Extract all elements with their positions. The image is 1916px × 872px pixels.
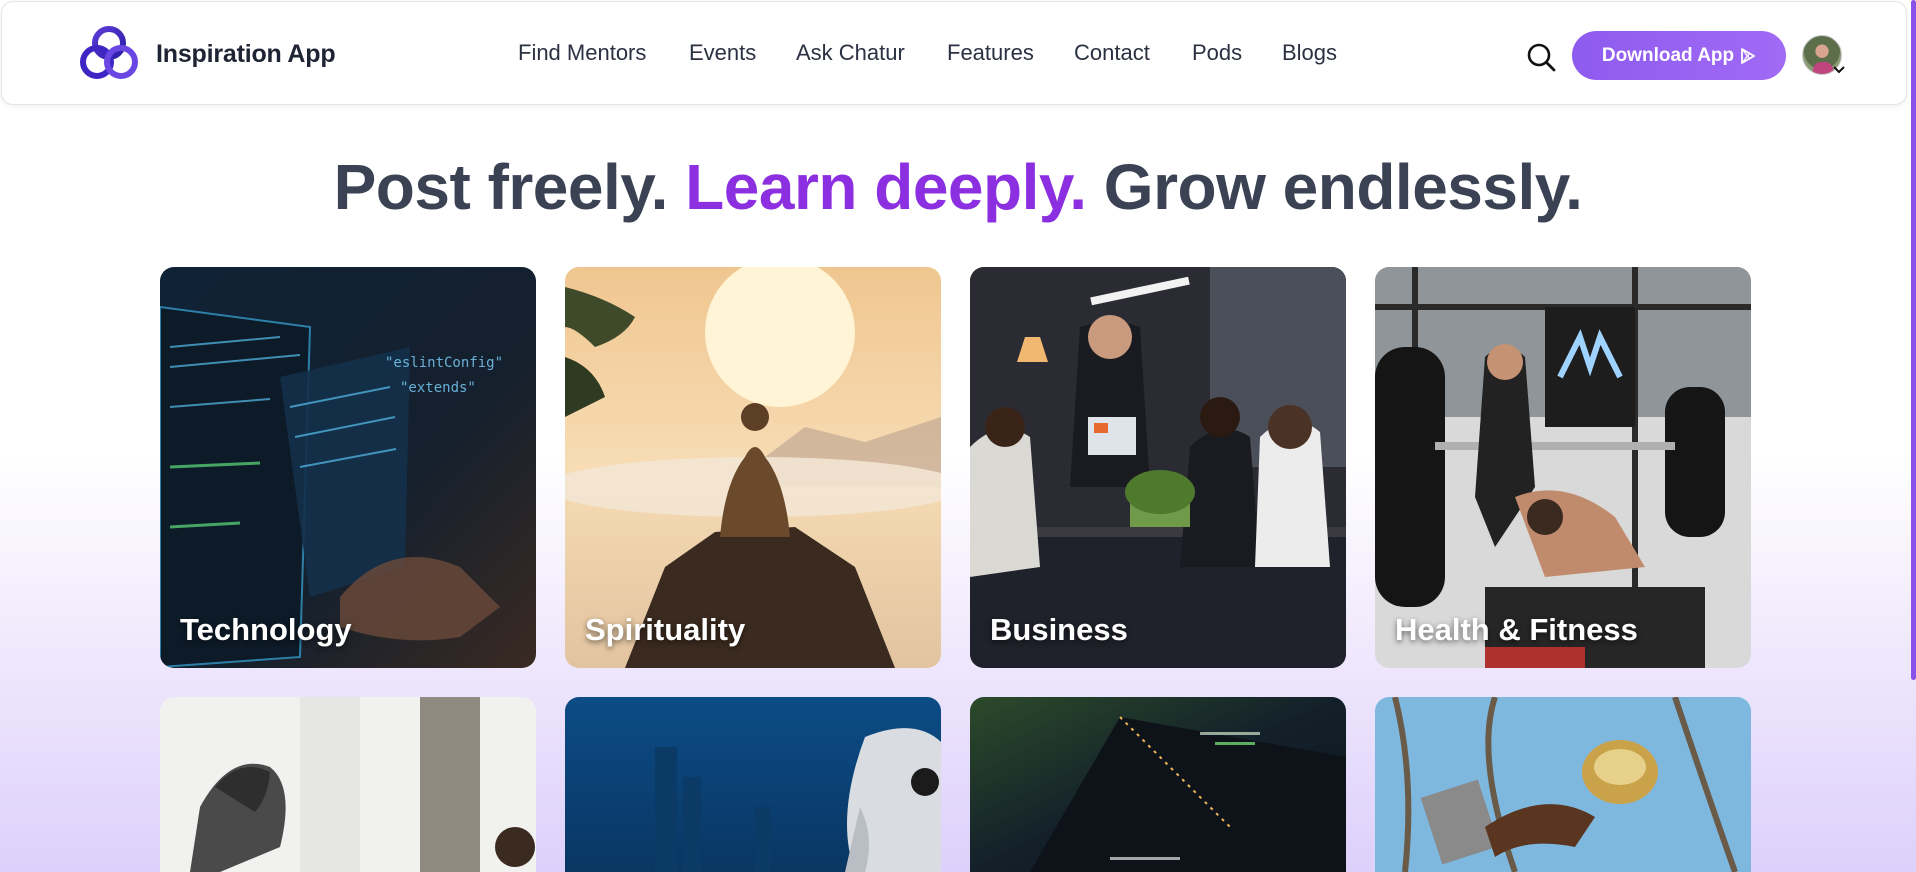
category-label-technology: Technology bbox=[180, 612, 352, 647]
search-icon[interactable] bbox=[1526, 42, 1556, 72]
headline-part-1: Post freely. bbox=[333, 151, 669, 223]
category-card-row2-4[interactable] bbox=[1375, 697, 1751, 872]
download-app-button[interactable]: Download App bbox=[1572, 31, 1786, 80]
download-app-label: Download App bbox=[1601, 44, 1735, 66]
category-card-business[interactable]: Business bbox=[970, 267, 1346, 668]
category-card-row2-3[interactable] bbox=[970, 697, 1346, 872]
nav-find-mentors[interactable]: Find Mentors bbox=[518, 40, 646, 66]
headline-part-3: Grow endlessly. bbox=[1103, 151, 1583, 223]
headline-accent: Learn deeply. bbox=[685, 151, 1087, 223]
category-card-health-fitness[interactable]: Health & Fitness bbox=[1375, 267, 1751, 668]
terminal-image bbox=[970, 697, 1346, 872]
category-card-technology[interactable]: "eslintConfig" "extends" Technology bbox=[160, 267, 536, 668]
nav-contact[interactable]: Contact bbox=[1074, 40, 1150, 66]
nav-events[interactable]: Events bbox=[689, 40, 756, 66]
svg-text:"eslintConfig": "eslintConfig" bbox=[385, 355, 503, 371]
page-headline: Post freely. Learn deeply. Grow endlessl… bbox=[0, 150, 1916, 224]
play-store-icon bbox=[1741, 47, 1756, 64]
trophy-image bbox=[1375, 697, 1751, 872]
top-navbar: Inspiration App Find Mentors Events Ask … bbox=[1, 1, 1907, 105]
fitness-image bbox=[1375, 267, 1751, 668]
nav-ask-chatur[interactable]: Ask Chatur bbox=[796, 40, 905, 66]
category-card-spirituality[interactable]: Spirituality bbox=[565, 267, 941, 668]
category-label-health-fitness: Health & Fitness bbox=[1395, 612, 1638, 647]
business-image bbox=[970, 267, 1346, 668]
page-scrollbar[interactable] bbox=[1911, 0, 1916, 680]
category-card-row2-1[interactable] bbox=[160, 697, 536, 872]
office-image bbox=[160, 697, 536, 872]
nav-features[interactable]: Features bbox=[947, 40, 1034, 66]
spirituality-image bbox=[565, 267, 941, 668]
category-label-spirituality: Spirituality bbox=[585, 612, 746, 647]
chevron-down-icon[interactable] bbox=[1832, 65, 1846, 75]
category-label-business: Business bbox=[990, 612, 1128, 647]
nav-pods[interactable]: Pods bbox=[1192, 40, 1242, 66]
nav-blogs[interactable]: Blogs bbox=[1282, 40, 1337, 66]
ai-robot-image bbox=[565, 697, 941, 872]
category-card-row2-2[interactable] bbox=[565, 697, 941, 872]
technology-image: "eslintConfig" "extends" bbox=[160, 267, 536, 668]
svg-text:"extends": "extends" bbox=[400, 380, 476, 396]
